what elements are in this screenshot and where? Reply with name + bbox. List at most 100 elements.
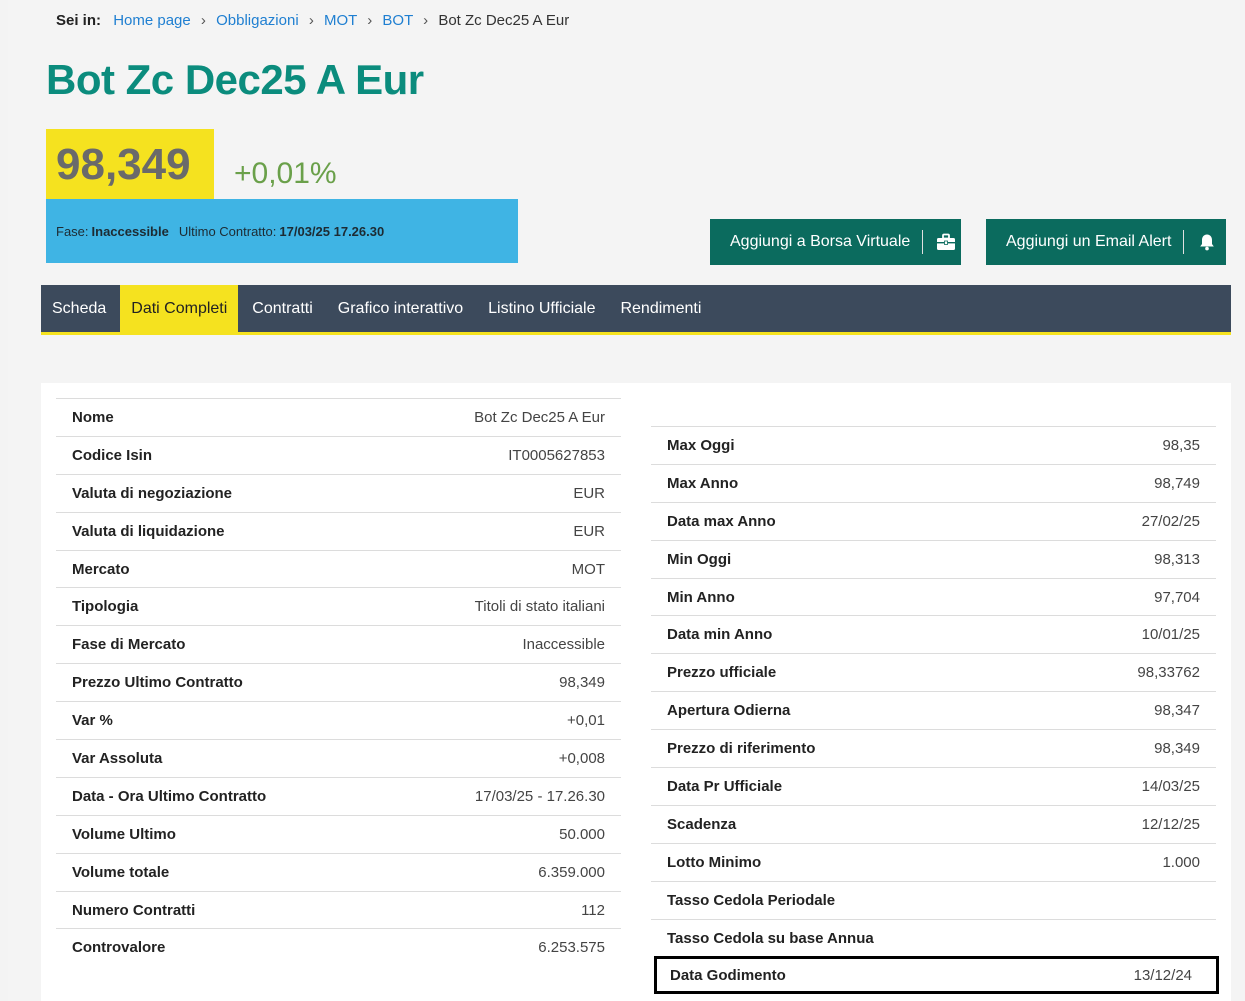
tab-grafico-interattivo[interactable]: Grafico interattivo [327, 285, 474, 332]
table-row: Volume totale 6.359.000 [56, 852, 621, 891]
table-row: Controvalore 6.253.575 [56, 928, 621, 966]
table-row: Var % +0,01 [56, 701, 621, 739]
last-price: 98,349 [46, 129, 214, 201]
table-row: Nome Bot Zc Dec25 A Eur [56, 398, 621, 436]
bell-icon [1196, 231, 1218, 253]
row-value: EUR [573, 522, 605, 540]
phase-value: Inaccessible [91, 223, 169, 239]
row-value: Inaccessible [522, 636, 605, 654]
row-value: +0,008 [558, 749, 605, 767]
row-label: Prezzo ufficiale [667, 664, 777, 682]
price-change-percent: +0,01% [234, 157, 337, 190]
last-contract-value: 17/03/25 17.26.30 [279, 223, 385, 239]
row-value: 50.000 [559, 825, 605, 843]
row-value: MOT [571, 560, 605, 578]
tab-bar: Scheda Dati Completi Contratti Grafico i… [41, 285, 1231, 335]
table-row: Scadenza 12/12/25 [651, 804, 1216, 843]
button-divider [1183, 230, 1185, 254]
row-label: Tasso Cedola Periodale [667, 891, 836, 909]
table-row: Apertura Odierna 98,347 [651, 691, 1216, 729]
tab-listino-ufficiale[interactable]: Listino Ufficiale [477, 285, 606, 332]
left-data-table: Nome Bot Zc Dec25 A Eur Codice Isin IT00056… [56, 398, 621, 966]
row-label: Fase di Mercato [72, 636, 186, 654]
breadcrumb-separator: › [367, 12, 373, 29]
row-label: Min Anno [667, 588, 735, 606]
table-row: Prezzo ufficiale 98,33762 [651, 653, 1216, 691]
breadcrumb-mot-link[interactable]: MOT [324, 12, 357, 29]
table-row: Valuta di liquidazione EUR [56, 511, 621, 550]
table-row: Tasso Cedola Periodale [651, 880, 1216, 919]
breadcrumb: Sei in: Home page › Obbligazioni › MOT ›… [56, 12, 569, 29]
row-value: 12/12/25 [1141, 815, 1200, 833]
table-row: Fase di Mercato Inaccessible [56, 625, 621, 663]
row-label: Data Pr Ufficiale [667, 777, 783, 795]
add-email-alert-label: Aggiungi un Email Alert [1006, 233, 1172, 250]
table-row: Min Oggi 98,313 [651, 539, 1216, 578]
row-label: Prezzo di riferimento [667, 740, 816, 758]
table-row: Codice Isin IT0005627853 [56, 435, 621, 474]
table-row: Volume Ultimo 50.000 [56, 814, 621, 853]
row-label: Data min Anno [667, 626, 773, 644]
breadcrumb-home-link[interactable]: Home page [113, 12, 191, 29]
row-value: 98,33762 [1137, 664, 1200, 682]
tab-rendimenti[interactable]: Rendimenti [609, 285, 712, 332]
details-panel: Nome Bot Zc Dec25 A Eur Codice Isin IT00056… [41, 383, 1231, 1001]
briefcase-icon [935, 231, 957, 253]
row-label: Var Assoluta [72, 749, 163, 767]
row-value: IT0005627853 [508, 446, 605, 464]
table-row: Mercato MOT [56, 549, 621, 588]
table-row: Data min Anno 10/01/25 [651, 615, 1216, 653]
row-label: Data max Anno [667, 512, 776, 530]
row-value: 10/01/25 [1141, 626, 1200, 644]
row-value: 98,35 [1162, 436, 1200, 454]
add-to-virtual-portfolio-label: Aggiungi a Borsa Virtuale [730, 233, 911, 250]
breadcrumb-obbligazioni-link[interactable]: Obbligazioni [216, 12, 299, 29]
row-value: Bot Zc Dec25 A Eur [474, 408, 605, 426]
row-label: Tasso Cedola su base Annua [667, 929, 874, 947]
row-value: 27/02/25 [1141, 512, 1200, 530]
table-row: Data Godimento 13/12/24 [654, 956, 1219, 995]
add-to-virtual-portfolio-button[interactable]: Aggiungi a Borsa Virtuale [710, 219, 961, 265]
row-value: 98,349 [559, 674, 605, 692]
table-row: Data max Anno 27/02/25 [651, 501, 1216, 540]
tab-scheda[interactable]: Scheda [41, 285, 117, 332]
row-value: 6.253.575 [538, 939, 605, 957]
row-value: 98,749 [1154, 474, 1200, 492]
row-label: Volume totale [72, 863, 170, 881]
row-value: 98,313 [1154, 550, 1200, 568]
row-value: 14/03/25 [1141, 777, 1200, 795]
row-value: Titoli di stato italiani [474, 598, 605, 616]
row-label: Numero Contratti [72, 901, 196, 919]
row-label: Min Oggi [667, 550, 732, 568]
table-row: Prezzo di riferimento 98,349 [651, 729, 1216, 767]
row-value: 97,704 [1154, 588, 1200, 606]
row-label: Tipologia [72, 598, 139, 616]
table-row: Max Anno 98,749 [651, 463, 1216, 502]
row-value: 13/12/24 [1133, 966, 1192, 984]
table-row: Valuta di negoziazione EUR [56, 473, 621, 512]
market-phase-bar: Fase: Inaccessible Ultimo Contratto: 17/… [46, 199, 518, 263]
table-row: Min Anno 97,704 [651, 577, 1216, 616]
table-row: Tipologia Titoli di stato italiani [56, 587, 621, 625]
row-label: Mercato [72, 560, 130, 578]
add-email-alert-button[interactable]: Aggiungi un Email Alert [986, 219, 1226, 265]
row-label: Max Oggi [667, 436, 735, 454]
breadcrumb-current: Bot Zc Dec25 A Eur [438, 12, 570, 29]
row-label: Scadenza [667, 815, 737, 833]
breadcrumb-bot-link[interactable]: BOT [382, 12, 413, 29]
row-value: 17/03/25 - 17.26.30 [474, 787, 605, 805]
row-value: EUR [573, 484, 605, 502]
tab-contratti[interactable]: Contratti [241, 285, 323, 332]
breadcrumb-separator: › [308, 12, 314, 29]
last-contract-label: Ultimo Contratto: [178, 223, 277, 239]
row-label: Data Godimento [670, 966, 786, 984]
tab-dati-completi[interactable]: Dati Completi [120, 285, 239, 332]
button-divider [922, 230, 924, 254]
table-row: Prezzo Ultimo Contratto 98,349 [56, 663, 621, 701]
table-row: Tasso Cedola su base Annua [651, 918, 1216, 957]
row-value: 6.359.000 [538, 863, 605, 881]
row-value: 112 [581, 901, 605, 919]
table-row: Lotto Minimo 1.000 [651, 842, 1216, 881]
breadcrumb-lead: Sei in: [56, 12, 102, 29]
page-title: Bot Zc Dec25 A Eur [46, 56, 424, 103]
